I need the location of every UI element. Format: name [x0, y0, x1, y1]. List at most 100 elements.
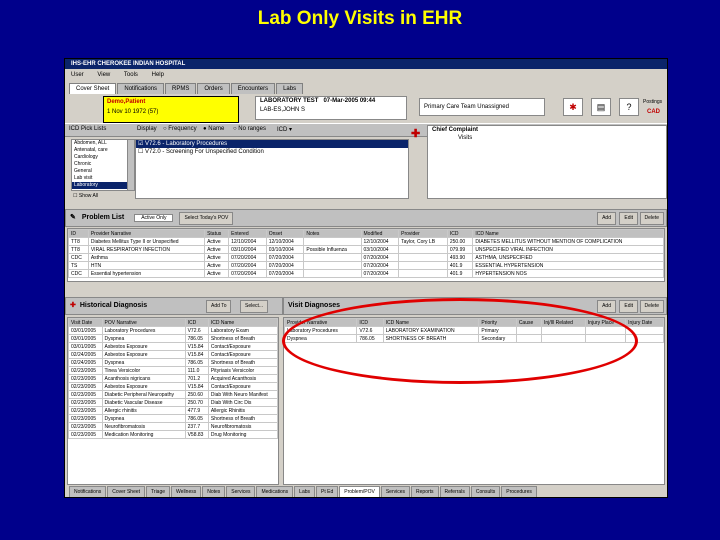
bottom-tab[interactable]: Labs — [294, 486, 316, 497]
reminder-icon[interactable]: ✱ — [563, 98, 583, 116]
column-header[interactable]: Provider — [398, 229, 448, 238]
historical-row[interactable]: 03/01/2005 Dyspnea 786.05 Shortness of Brea… — [68, 334, 278, 343]
visit-edit-button[interactable]: Edit — [619, 300, 638, 313]
problem-delete-button[interactable]: Delete — [639, 212, 664, 225]
tab-labs[interactable]: Labs — [276, 83, 304, 94]
notes-icon[interactable]: ▤ — [591, 98, 611, 116]
slide-title: Lab Only Visits in EHR — [257, 8, 463, 29]
column-header[interactable]: Entered — [228, 229, 267, 238]
category-item[interactable]: Cardiology — [72, 154, 128, 161]
historical-row[interactable]: 02/23/2005 Allergic rhinitis 477.9 Allergic… — [68, 406, 278, 415]
filter-name[interactable]: ● Name — [203, 126, 224, 132]
filter-icd[interactable]: ICD ▾ — [277, 126, 292, 133]
column-header[interactable]: Onset — [265, 229, 305, 238]
category-item[interactable]: General — [72, 168, 128, 175]
bottom-tab[interactable]: Cover Sheet — [107, 486, 146, 497]
column-header[interactable]: Status — [204, 229, 230, 238]
help-icon[interactable]: ? — [619, 98, 639, 116]
problem-row[interactable]: TT8 Diabetes Mellitus Type II or Unspecif… — [68, 237, 664, 246]
bottom-tab[interactable]: Procedures — [501, 486, 537, 497]
problem-list-header: ✎ Problem List Active Only Select Today'… — [65, 209, 667, 227]
bottom-tab[interactable]: Consults — [470, 486, 501, 497]
column-header[interactable]: ICD Name — [472, 229, 664, 238]
show-all-checkbox[interactable]: ☐ Show All — [73, 193, 98, 199]
column-header[interactable]: Provider Narrative — [87, 229, 206, 238]
bottom-tab[interactable]: Medications — [256, 486, 294, 497]
tab-orders[interactable]: Orders — [197, 83, 230, 94]
category-item[interactable]: Chronic — [72, 161, 128, 168]
historical-row[interactable]: 03/01/2005 Asbestos Exposure V15.84 Contact… — [68, 342, 278, 351]
table-cell: Active — [204, 253, 230, 262]
historical-row[interactable]: 02/24/2005 Asbestos Exposure V15.84 Contact… — [68, 350, 278, 359]
problem-add-button[interactable]: Add — [597, 212, 616, 225]
problem-edit-button[interactable]: Edit — [619, 212, 638, 225]
historical-row[interactable]: 02/23/2005 Medication Monitoring V58.83 Dru… — [68, 430, 278, 439]
historical-row[interactable]: 02/24/2005 Dyspnea 786.05 Shortness of Brea… — [68, 358, 278, 367]
tab-encounters[interactable]: Encounters — [230, 83, 276, 94]
column-header[interactable]: ID — [68, 229, 89, 238]
menu-view[interactable]: View — [97, 72, 110, 78]
table-cell: Contact/Exposure — [207, 350, 278, 359]
red-cross-icon: ✚ — [70, 302, 76, 309]
bottom-tab[interactable]: Pt Ed — [316, 486, 339, 497]
tab-notifications[interactable]: Notifications — [117, 83, 165, 94]
bottom-tab[interactable]: Reports — [411, 486, 439, 497]
category-item[interactable]: Lab visit — [72, 175, 128, 182]
category-list[interactable]: Abdomen, ALL Antenatal, care Cardiology … — [71, 139, 129, 191]
historical-row[interactable]: 02/23/2005 Diabetic Vascular Disease 250.7… — [68, 398, 278, 407]
historical-row[interactable]: 02/23/2005 Neurofibromatosis 237.7 Neurofib… — [68, 422, 278, 431]
historical-row[interactable]: 02/23/2005 Dyspnea 786.05 Shortness of Brea… — [68, 414, 278, 423]
table-cell: 02/24/2005 — [68, 358, 103, 367]
menu-help[interactable]: Help — [152, 72, 164, 78]
column-header[interactable]: ICD — [446, 229, 474, 238]
problem-filter-select[interactable]: Active Only — [134, 214, 174, 222]
category-item[interactable]: Antenatal, care — [72, 147, 128, 154]
bottom-tab[interactable]: Services — [380, 486, 411, 497]
select-todays-pov-button[interactable]: Select Today's POV — [179, 212, 234, 225]
category-item-selected[interactable]: Laboratory — [72, 182, 128, 189]
visit-diagnoses-title: Visit Diagnoses — [288, 302, 341, 309]
bottom-tab[interactable]: Referrals — [439, 486, 470, 497]
tab-cover-sheet[interactable]: Cover Sheet — [69, 83, 117, 94]
category-item[interactable]: Abdomen, ALL — [72, 140, 128, 147]
primary-care-box[interactable]: Primary Care Team Unassigned — [419, 98, 545, 116]
column-header[interactable]: Notes — [303, 229, 362, 238]
problem-row[interactable]: TT8 VIRAL RESPIRATORY INFECTION Active 03/1… — [68, 245, 664, 254]
historical-select-button[interactable]: Select... — [240, 300, 269, 313]
problem-row[interactable]: CDC Asthma Active 07/20/2004 07/20/2004 07/20… — [68, 253, 664, 262]
historical-row[interactable]: 02/23/2005 Acanthosis nigricans 701.2 Acqui… — [68, 374, 278, 383]
column-header[interactable]: Modified — [360, 229, 400, 238]
historical-add-button[interactable]: Add To — [206, 300, 232, 313]
tab-rpms[interactable]: RPMS — [165, 83, 197, 94]
column-header[interactable]: ICD — [184, 318, 209, 327]
column-header[interactable]: Visit Date — [68, 318, 103, 327]
historical-row[interactable]: 02/23/2005 Asbestos Exposure V15.84 Contact… — [68, 382, 278, 391]
bottom-tab[interactable]: Notes — [202, 486, 226, 497]
historical-row[interactable]: 02/23/2005 Tinea Versicolor 111.0 Pityriasi… — [68, 366, 278, 375]
problem-row[interactable]: TS HTN Active 07/20/2004 07/20/2004 07/20/200… — [68, 261, 664, 270]
postings-value[interactable]: CAD — [647, 109, 660, 115]
visit-add-button[interactable]: Add — [597, 300, 616, 313]
bottom-tab[interactable]: Wellness — [171, 486, 202, 497]
bottom-tab[interactable]: Problem/POV — [339, 486, 380, 497]
bottom-tab[interactable]: Services — [226, 486, 256, 497]
bottom-tab[interactable]: Notifications — [69, 486, 107, 497]
picklist-item-selected[interactable]: ☑ V72.6 - Laboratory Procedures — [136, 140, 408, 148]
filter-frequency[interactable]: ○ Frequency — [163, 126, 197, 132]
patient-box[interactable]: Demo,Patient 1 Nov 10 1972 (57) — [103, 96, 239, 123]
filter-no-ranges[interactable]: ○ No ranges — [233, 126, 266, 132]
picklist-item[interactable]: ☐ V72.0 - Screening For Unspecified Cond… — [136, 148, 408, 156]
historical-row[interactable]: 03/01/2005 Laboratory Procedures V72.6 Labo… — [68, 326, 278, 335]
visit-delete-button[interactable]: Delete — [639, 300, 664, 313]
menu-tools[interactable]: Tools — [124, 72, 138, 78]
problem-row[interactable]: CDC Essential hypertension Active 07/20/200… — [68, 269, 664, 278]
column-header[interactable]: ICD Name — [207, 318, 278, 327]
column-header[interactable]: POV Narrative — [101, 318, 186, 327]
category-scrollbar[interactable] — [127, 139, 135, 191]
historical-row[interactable]: 02/23/2005 Diabetic Peripheral Neuropathy… — [68, 390, 278, 399]
column-header[interactable]: Injury Date — [625, 318, 664, 327]
menu-user[interactable]: User — [71, 72, 84, 78]
bottom-tab[interactable]: Triage — [146, 486, 171, 497]
visit-box[interactable]: LABORATORY TEST 07-Mar-2005 09:44 LAB-ES… — [255, 96, 407, 120]
chief-complaint-box[interactable]: Chief Complaint Visits — [427, 125, 667, 199]
